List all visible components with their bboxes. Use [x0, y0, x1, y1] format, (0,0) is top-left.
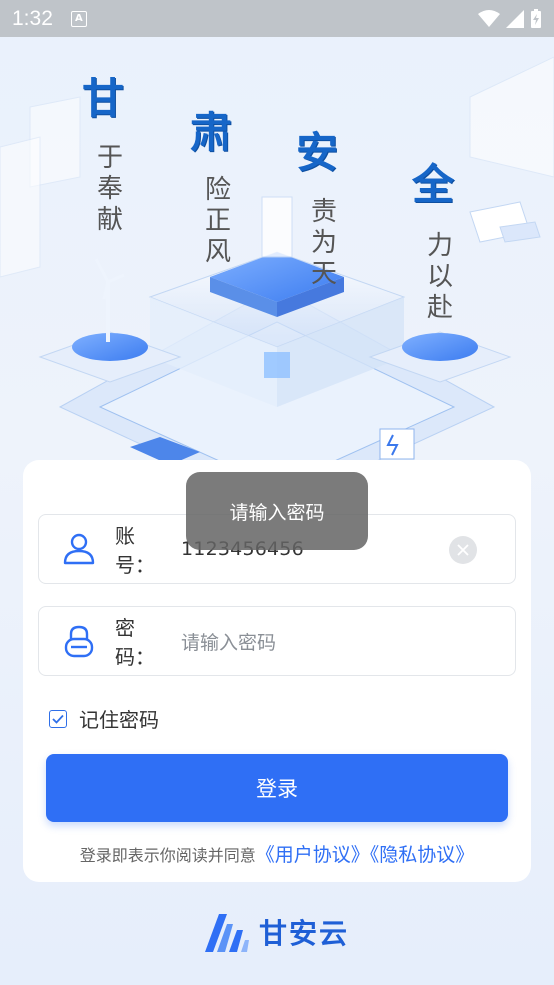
password-label: 密码： — [115, 616, 155, 669]
agreement-prefix: 登录即表示你阅读并同意 — [79, 846, 256, 865]
slogan-brush-char-3: 安 — [296, 128, 339, 177]
slogan-char: 天 — [310, 259, 337, 289]
slogan-column-4: 全 力 以 赴 — [412, 161, 464, 324]
slogan-brush-char-4: 全 — [412, 160, 455, 209]
app-name: 甘安云 — [259, 917, 350, 950]
slogan-char: 以 — [426, 262, 453, 292]
checkmark-icon — [52, 714, 64, 724]
slogan-brush-char-2: 肃 — [190, 108, 233, 157]
wifi-icon — [478, 9, 500, 27]
close-icon — [457, 544, 469, 556]
battery-icon — [531, 8, 541, 28]
privacy-agreement-link[interactable]: 《隐私协议》 — [370, 844, 475, 866]
agreement-text: 登录即表示你阅读并同意《用户协议》《隐私协议》 — [23, 840, 531, 867]
status-time: 1:32 — [12, 6, 53, 30]
remember-label: 记住密码 — [79, 708, 159, 732]
slogan-char: 力 — [426, 231, 453, 261]
password-field[interactable]: 密码： 请输入密码 — [38, 606, 516, 676]
slogan-char: 险 — [204, 175, 231, 205]
slogan-char: 为 — [310, 228, 337, 258]
app-logo-icon — [205, 914, 249, 952]
slogan-char: 奉 — [96, 174, 123, 204]
slogan-column-3: 安 责 为 天 — [296, 129, 348, 290]
slogan-char: 责 — [310, 197, 337, 227]
slogan-column-2: 肃 险 正 风 — [190, 109, 242, 268]
slogan-char: 赴 — [426, 293, 453, 323]
status-bar: 1:32 A — [0, 0, 554, 37]
notification-icon: A — [70, 10, 87, 27]
signal-icon — [506, 9, 524, 28]
remember-checkbox[interactable] — [49, 709, 67, 728]
remember-password[interactable]: 记住密码 — [49, 704, 159, 733]
slogan-brush-char-1: 甘 — [82, 74, 125, 123]
login-button[interactable]: 登录 — [46, 754, 508, 822]
slogan-char: 风 — [204, 237, 231, 267]
password-input[interactable]: 请输入密码 — [181, 628, 276, 655]
lock-icon — [64, 625, 94, 658]
user-icon — [63, 533, 95, 565]
slogan-char: 献 — [96, 205, 123, 235]
hero-illustration: 甘 于 奉 献 肃 险 正 风 安 责 为 天 全 力 以 赴 — [0, 37, 554, 477]
slogan-column-1: 甘 于 奉 献 — [82, 75, 134, 236]
status-icons — [478, 8, 542, 29]
slogan-char: 正 — [204, 206, 231, 236]
footer-logo: 甘安云 — [203, 912, 349, 952]
user-agreement-link[interactable]: 《用户协议》 — [256, 844, 370, 866]
clear-account-button[interactable] — [449, 536, 477, 564]
slogan-char: 于 — [96, 143, 123, 173]
account-label: 账号： — [115, 524, 155, 577]
toast-message: 请输入密码 — [186, 472, 368, 550]
